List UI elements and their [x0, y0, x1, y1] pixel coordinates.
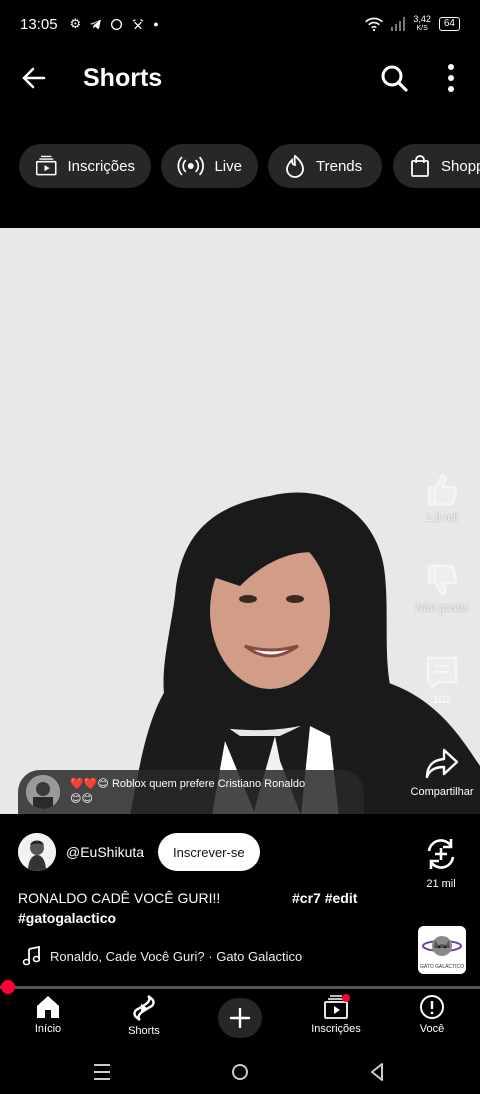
home-circle-icon[interactable] [228, 1060, 252, 1084]
gato-galactico-logo: GATO GALÁCTICO [418, 926, 466, 974]
page-title: Shorts [83, 64, 163, 92]
share-icon [425, 748, 459, 779]
hashtags-1[interactable]: #cr7 #edit [292, 888, 357, 908]
comment-emojis: ❤️❤️😊 [70, 778, 109, 790]
create-button[interactable] [218, 998, 262, 1038]
comments-button[interactable]: 102 [402, 654, 480, 706]
chip-label: Live [214, 157, 242, 175]
sound-thumbnail[interactable]: GATO GALÁCTICO [418, 926, 466, 974]
chip-live[interactable]: Live [161, 144, 258, 188]
battery-indicator: 64 [438, 17, 460, 31]
nav-shorts[interactable]: Shorts [104, 994, 184, 1037]
system-navigation [0, 1048, 480, 1094]
nav-label: Shorts [128, 1025, 160, 1037]
caption-text: RONALDO CADÊ VOCÊ GURI!! [18, 890, 221, 906]
filter-chips: Inscrições Live Trends Shopp [0, 144, 480, 188]
like-count: 1,9 mil [425, 512, 459, 524]
dot-icon: ● [153, 19, 159, 29]
shorts-icon [133, 995, 155, 1021]
chip-label: Shopp [441, 157, 480, 175]
sound-label: Ronaldo, Cade Você Guri? · Gato Galactic… [50, 948, 303, 964]
comment-text: ❤️❤️😊 Roblox quem prefere Cristiano Rona… [70, 777, 305, 807]
trends-icon [286, 154, 304, 178]
channel-name[interactable]: @EuShikuta [66, 844, 144, 860]
signal-icon [391, 17, 406, 31]
nav-label: Você [419, 1023, 445, 1035]
thumbs-down-icon [427, 564, 458, 596]
remix-count: 21 mil [426, 878, 456, 890]
live-icon [177, 156, 204, 176]
sound-row[interactable]: Ronaldo, Cade Você Guri? · Gato Galactic… [22, 946, 302, 966]
subscribe-button[interactable]: Inscrever-se [158, 833, 260, 871]
dislike-label: Não gostei [415, 602, 469, 614]
hashtags-2[interactable]: #gatogalactico [18, 908, 116, 928]
short-video[interactable]: 1,9 mil Não gostei 102 Compartilhar [0, 228, 480, 814]
remix-button[interactable]: 21 mil [416, 836, 466, 890]
home-icon [37, 996, 59, 1018]
chip-subscriptions[interactable]: Inscrições [19, 144, 151, 188]
comment-preview[interactable]: ❤️❤️😊 Roblox quem prefere Cristiano Rona… [18, 770, 364, 814]
search-icon[interactable] [378, 62, 410, 94]
net-speed: 3,42 K/S [413, 14, 431, 33]
share-label: Compartilhar [410, 786, 474, 798]
app-header: Shorts [0, 48, 480, 110]
svg-text:GATO GALÁCTICO: GATO GALÁCTICO [420, 963, 464, 970]
you-icon [420, 995, 444, 1019]
status-time: 13:05 [20, 15, 58, 33]
notification-dot [342, 994, 350, 1002]
chip-label: Trends [316, 157, 363, 175]
comment-emojis-2: 😊😊 [70, 793, 93, 805]
bottom-navigation: Início Shorts Inscrições Você [0, 990, 480, 1046]
music-note-icon [22, 946, 40, 966]
video-progress-bar[interactable] [0, 980, 480, 994]
chip-trends[interactable]: Trends [268, 144, 382, 188]
comments-count: 102 [432, 694, 452, 706]
shopping-icon [411, 155, 429, 177]
nav-you[interactable]: Você [392, 994, 472, 1035]
more-options-icon[interactable] [438, 62, 464, 94]
whatsapp-icon [111, 18, 123, 30]
telegram-icon [90, 19, 102, 29]
notification-icons: ⚙ ● [70, 16, 159, 32]
wifi-icon [365, 17, 384, 31]
status-right: 3,42 K/S 64 [365, 15, 460, 33]
remix-icon [427, 839, 455, 869]
video-caption[interactable]: RONALDO CADÊ VOCÊ GURI!! #cr7 #edit #gat… [18, 888, 378, 926]
subscriptions-icon [35, 155, 57, 176]
chip-label: Inscrições [67, 157, 135, 175]
back-arrow-icon[interactable] [18, 62, 50, 94]
comment-body: Roblox quem prefere Cristiano Ronaldo [111, 778, 306, 790]
settings-icon: ⚙ [69, 16, 82, 31]
recent-apps-icon[interactable] [90, 1060, 114, 1084]
commenter-avatar [26, 775, 60, 809]
like-button[interactable]: 1,9 mil [402, 472, 480, 524]
dislike-button[interactable]: Não gostei [402, 562, 480, 614]
nav-label: Início [34, 1023, 62, 1035]
comment-icon [426, 656, 458, 690]
status-bar: 13:05 ⚙ ● 3,42 K/S 64 [0, 0, 480, 48]
share-button[interactable]: Compartilhar [402, 746, 480, 798]
nav-subscriptions[interactable]: Inscrições [296, 994, 376, 1035]
channel-avatar[interactable] [18, 833, 56, 871]
plus-icon [229, 1007, 251, 1029]
nav-label: Inscrições [311, 1023, 361, 1035]
channel-row: @EuShikuta Inscrever-se [18, 832, 260, 872]
subscriptions-icon [324, 994, 350, 1019]
chip-shopping[interactable]: Shopp [393, 144, 480, 188]
alarm-icon [132, 18, 144, 29]
thumbs-up-icon [427, 474, 458, 506]
nav-home[interactable]: Início [8, 994, 88, 1035]
system-back-icon[interactable] [366, 1060, 390, 1084]
